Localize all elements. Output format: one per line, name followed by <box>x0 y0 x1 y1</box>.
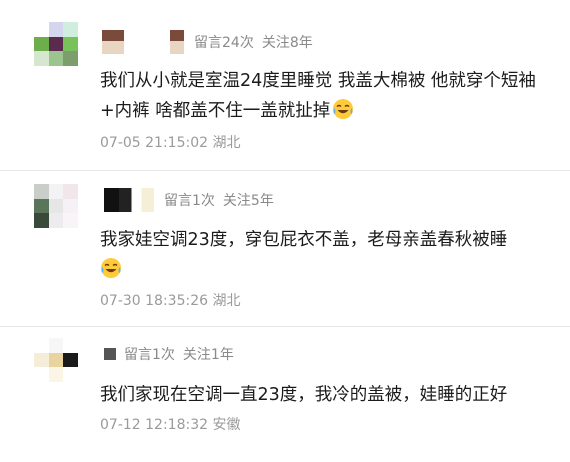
avatar[interactable] <box>34 22 78 66</box>
comment-text: 我们从小就是室温24度里睡觉 我盖大棉被 他就穿个短袖+内裤 啥都盖不住一盖就扯… <box>100 71 536 121</box>
avatar-pixel <box>34 338 49 353</box>
avatar-pixel <box>34 22 49 37</box>
username-blurred-2 <box>170 30 184 54</box>
avatar-pixel <box>48 36 64 52</box>
comment-meta: 留言1次 关注5年 <box>104 188 282 212</box>
comment-meta: 留言1次 关注1年 <box>104 344 242 364</box>
message-count: 留言1次 <box>164 193 215 209</box>
avatar-pixel <box>63 22 78 37</box>
avatar[interactable] <box>34 338 78 382</box>
follow-duration: 关注5年 <box>222 193 274 209</box>
avatar-pixel <box>48 198 64 214</box>
username-blurred[interactable] <box>102 30 124 54</box>
avatar-pixel <box>63 338 78 353</box>
comment-text: 我们家现在空调一直23度，我冷的盖被，娃睡的正好 <box>100 385 508 405</box>
divider <box>0 326 570 327</box>
avatar-pixel <box>48 367 64 382</box>
avatar[interactable] <box>34 184 78 228</box>
avatar-pixel <box>48 352 64 368</box>
laughing-crying-emoji-icon <box>101 258 121 278</box>
message-count: 留言1次 <box>124 347 175 363</box>
avatar-pixel <box>34 51 49 66</box>
follow-duration: 关注8年 <box>261 35 313 51</box>
avatar-pixel <box>34 367 49 382</box>
avatar-pixel <box>63 198 78 214</box>
username-blurred[interactable] <box>104 188 154 212</box>
avatar-pixel <box>48 338 64 353</box>
avatar-pixel <box>48 184 64 199</box>
avatar-pixel <box>34 184 49 199</box>
comment-text: 我家娃空调23度，穿包屁衣不盖，老母亲盖春秋被睡 <box>100 225 550 285</box>
avatar-pixel <box>63 352 78 368</box>
avatar-pixel <box>34 36 49 52</box>
comment-time: 07-12 12:18:32 安徽 <box>100 417 241 433</box>
avatar-pixel <box>63 36 78 52</box>
avatar-pixel <box>63 213 78 228</box>
avatar-pixel <box>34 198 49 214</box>
avatar-pixel <box>48 213 64 228</box>
avatar-pixel <box>63 367 78 382</box>
comment-meta: 留言24次 关注8年 <box>102 30 321 54</box>
laughing-crying-emoji-icon <box>333 99 354 119</box>
square-bullet-icon <box>104 348 116 360</box>
avatar-pixel <box>48 51 64 66</box>
comment-time: 07-30 18:35:26 湖北 <box>100 293 241 309</box>
comment-time: 07-05 21:15:02 湖北 <box>100 135 241 151</box>
avatar-pixel <box>63 184 78 199</box>
avatar-pixel <box>34 213 49 228</box>
avatar-pixel <box>34 352 49 368</box>
message-count: 留言24次 <box>194 35 254 51</box>
avatar-pixel <box>48 22 64 37</box>
follow-duration: 关注1年 <box>182 347 234 363</box>
divider <box>0 170 570 171</box>
avatar-pixel <box>63 51 78 66</box>
